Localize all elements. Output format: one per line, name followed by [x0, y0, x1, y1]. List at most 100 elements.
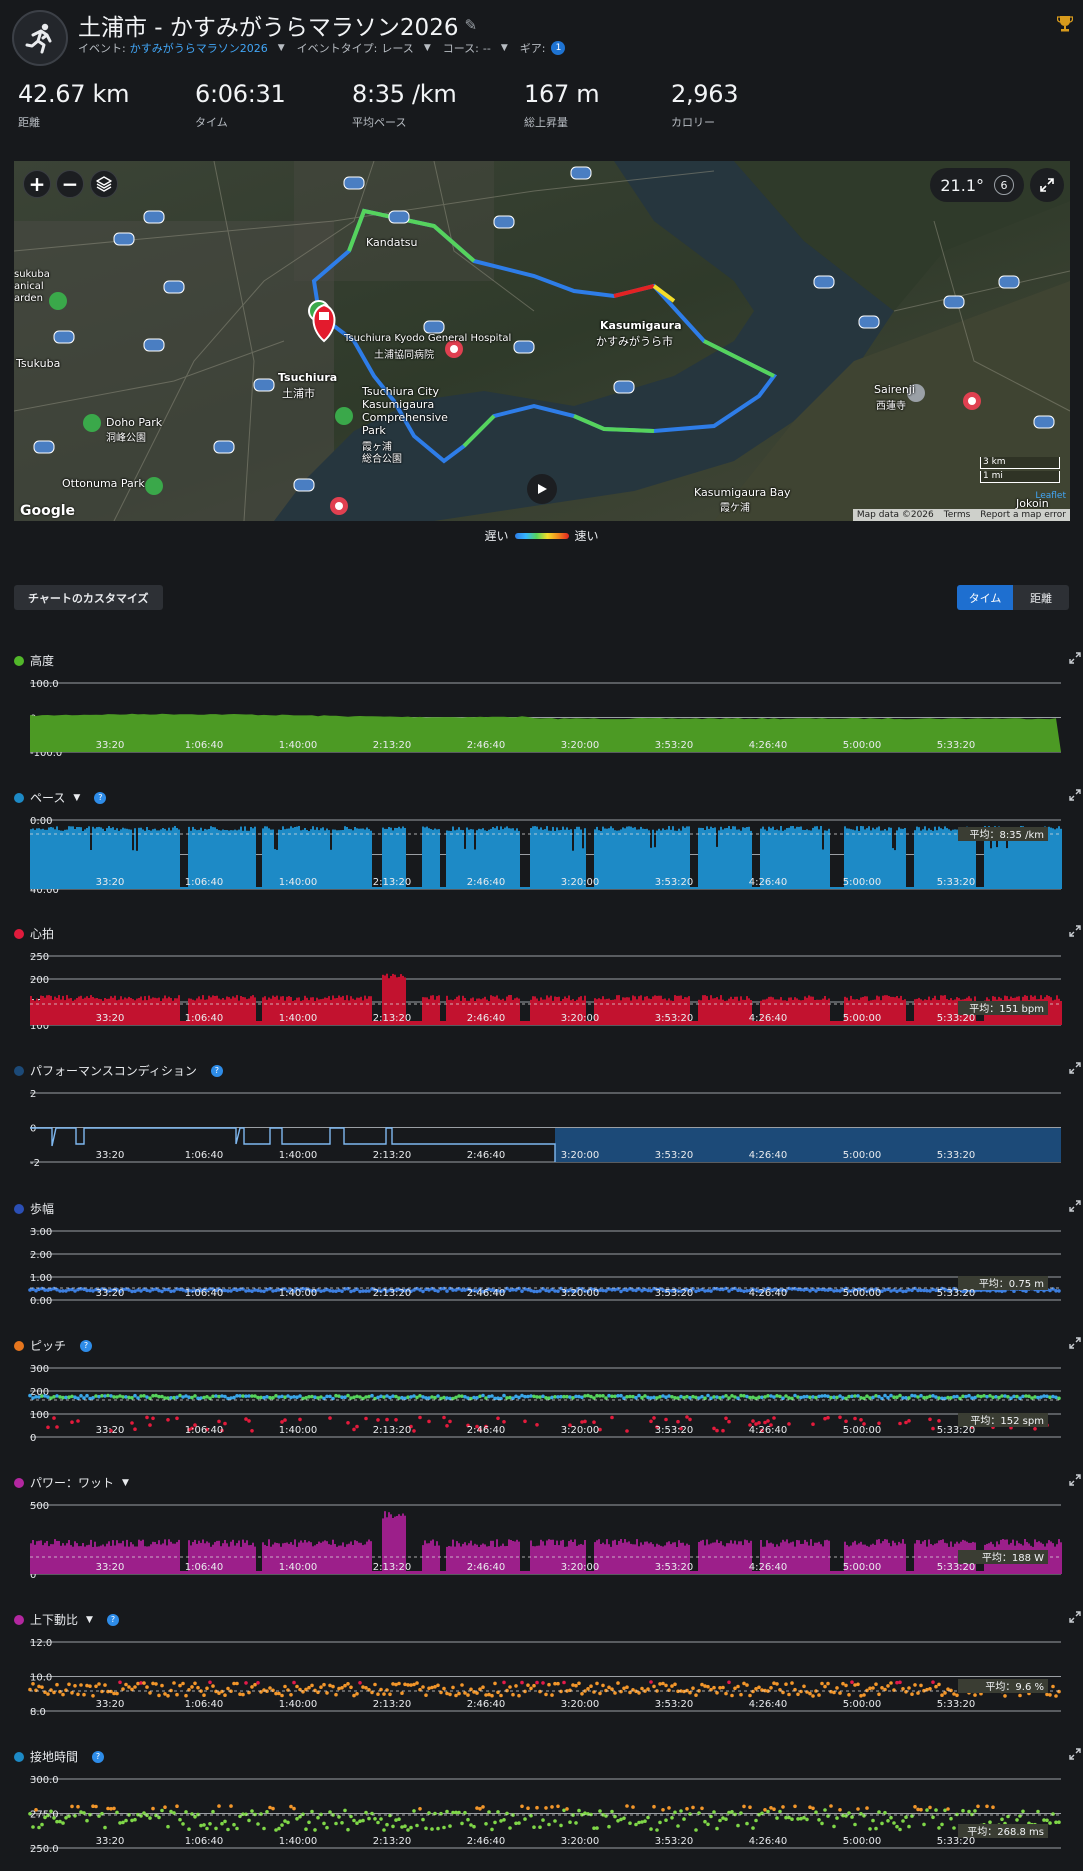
data-point: [784, 1394, 788, 1398]
data-bar: [342, 995, 344, 1025]
data-bar: [884, 1539, 886, 1574]
zoom-out-button[interactable]: −: [56, 170, 84, 198]
y-tick-label: 250.0: [30, 1844, 59, 1855]
map-attribution: Map data ©2026 Terms Report a map error: [852, 509, 1070, 521]
data-point: [583, 1419, 587, 1424]
data-bar: [174, 998, 176, 1025]
data-point: [313, 1395, 317, 1399]
data-bar: [58, 995, 60, 1025]
chart-plot[interactable]: 100.00-100.033:201:06:401:40:002:13:202:…: [0, 652, 1083, 772]
data-bar: [522, 887, 524, 889]
data-point: [907, 1288, 911, 1292]
data-bar: [170, 830, 172, 889]
data-bar: [228, 1546, 230, 1574]
map-label-kasumigaura: Kasumigaura: [600, 319, 682, 332]
data-bar: [428, 999, 430, 1025]
data-bar: [506, 1546, 508, 1574]
chart-plot[interactable]: 5000平均：188 W33:20 1:06:40 1:40:00 2:13:20 2:…: [0, 1474, 1083, 1594]
zoom-in-button[interactable]: +: [23, 170, 51, 198]
leaflet-link[interactable]: Leaflet: [1035, 491, 1066, 501]
data-bar: [714, 827, 716, 889]
event-dropdown-icon[interactable]: ▼: [278, 43, 285, 53]
data-bar: [172, 1000, 174, 1025]
data-bar: [370, 1541, 372, 1574]
average-label: 平均：268.8 ms: [967, 1826, 1044, 1838]
data-point: [331, 1684, 335, 1689]
chart-plot[interactable]: 3.002.001.000.00平均：0.75 m33:20 1:06:40 1:4…: [0, 1200, 1083, 1320]
weather-widget[interactable]: 21.1° 6: [930, 168, 1024, 202]
data-bar: [556, 827, 558, 889]
event-type-dropdown-icon[interactable]: ▼: [424, 43, 431, 53]
data-point: [841, 1396, 845, 1400]
data-point: [691, 1805, 695, 1810]
toggle-time[interactable]: タイム: [957, 585, 1013, 610]
data-bar: [934, 826, 936, 889]
report-link[interactable]: Report a map error: [980, 510, 1066, 520]
chart-plot[interactable]: 3002001000平均：152 spm33:20 1:06:40 1:40:00 2…: [0, 1337, 1083, 1457]
data-bar: [800, 826, 802, 889]
route-map[interactable]: + − 21.1° 6 Kandatsu Kasumigaura かすみがうら市…: [14, 161, 1070, 521]
axis-toggle[interactable]: タイム 距離: [957, 585, 1069, 610]
chart-plot[interactable]: 250200150100平均：151 bpm33:201:06:401:40:0…: [0, 925, 1083, 1045]
x-tick-label: 5:33:20: [937, 1288, 976, 1299]
data-point: [427, 1811, 431, 1815]
trophy-icon[interactable]: [1056, 15, 1074, 37]
data-point: [898, 1680, 902, 1685]
data-point: [604, 1396, 608, 1400]
stat-label: 総上昇量: [524, 116, 568, 129]
play-route-button[interactable]: [527, 474, 557, 504]
data-point: [175, 1416, 179, 1421]
data-point: [826, 1415, 830, 1420]
data-point: [481, 1393, 485, 1398]
data-point: [724, 1817, 728, 1821]
data-bar: [424, 997, 426, 1025]
data-point: [691, 1394, 695, 1399]
data-point: [619, 1689, 623, 1694]
data-bar: [60, 1545, 62, 1574]
toggle-distance[interactable]: 距離: [1013, 585, 1069, 610]
data-point: [907, 1686, 911, 1690]
data-bar: [236, 1543, 238, 1574]
data-bar: [274, 849, 276, 889]
layers-button[interactable]: [90, 170, 118, 198]
data-bar: [650, 999, 652, 1025]
event-type-value[interactable]: レース: [381, 40, 413, 56]
data-bar: [636, 1539, 638, 1574]
data-bar: [254, 1546, 256, 1574]
chart-plot[interactable]: 0:0020:0040:00平均：8:35 /km33:201:06:401:4…: [0, 789, 1083, 909]
data-point: [448, 1824, 452, 1828]
course-value[interactable]: --: [483, 42, 491, 55]
y-tick-label: -2: [30, 1158, 40, 1169]
customize-charts-button[interactable]: チャートのカスタマイズ: [14, 585, 163, 610]
data-bar: [258, 887, 260, 889]
data-point: [445, 1424, 449, 1428]
chart-plot[interactable]: 12.010.08.0平均：9.6 %33:20 1:06:40 1:40:00 2:…: [0, 1611, 1083, 1731]
data-point: [847, 1811, 851, 1815]
course-dropdown-icon[interactable]: ▼: [501, 43, 508, 53]
data-bar: [888, 827, 890, 889]
chart-1: ペース▼?0:0020:0040:00平均：8:35 /km33:201:06:…: [0, 789, 1083, 909]
data-bar: [76, 1543, 78, 1574]
data-bar: [172, 827, 174, 889]
data-bar: [168, 827, 170, 889]
event-link[interactable]: かすみがうらマラソン2026: [130, 40, 268, 56]
data-bar: [924, 999, 926, 1025]
data-point: [493, 1681, 497, 1686]
map-label-park-jp-2: 総合公園: [362, 454, 402, 465]
data-point: [730, 1693, 734, 1698]
data-point: [955, 1812, 959, 1817]
terms-link[interactable]: Terms: [944, 510, 971, 520]
chart-plot[interactable]: 300.0275.0250.0平均：268.8 ms33:201:06:401:…: [0, 1748, 1083, 1868]
chart-plot[interactable]: 20-233:20 1:06:40 1:40:00 2:13:20 2:46:40 3:2…: [0, 1062, 1083, 1182]
data-point: [724, 1691, 728, 1696]
edit-pencil-icon[interactable]: ✎: [464, 16, 477, 34]
x-tick-label: 33:20: [96, 740, 125, 751]
data-point: [97, 1682, 101, 1686]
data-bar: [518, 830, 520, 889]
fullscreen-button[interactable]: [1030, 168, 1064, 202]
data-bar: [318, 1541, 320, 1574]
data-point: [751, 1826, 755, 1830]
data-point: [310, 1394, 314, 1399]
gear-count-badge[interactable]: 1: [551, 41, 566, 55]
data-bar: [628, 997, 630, 1025]
